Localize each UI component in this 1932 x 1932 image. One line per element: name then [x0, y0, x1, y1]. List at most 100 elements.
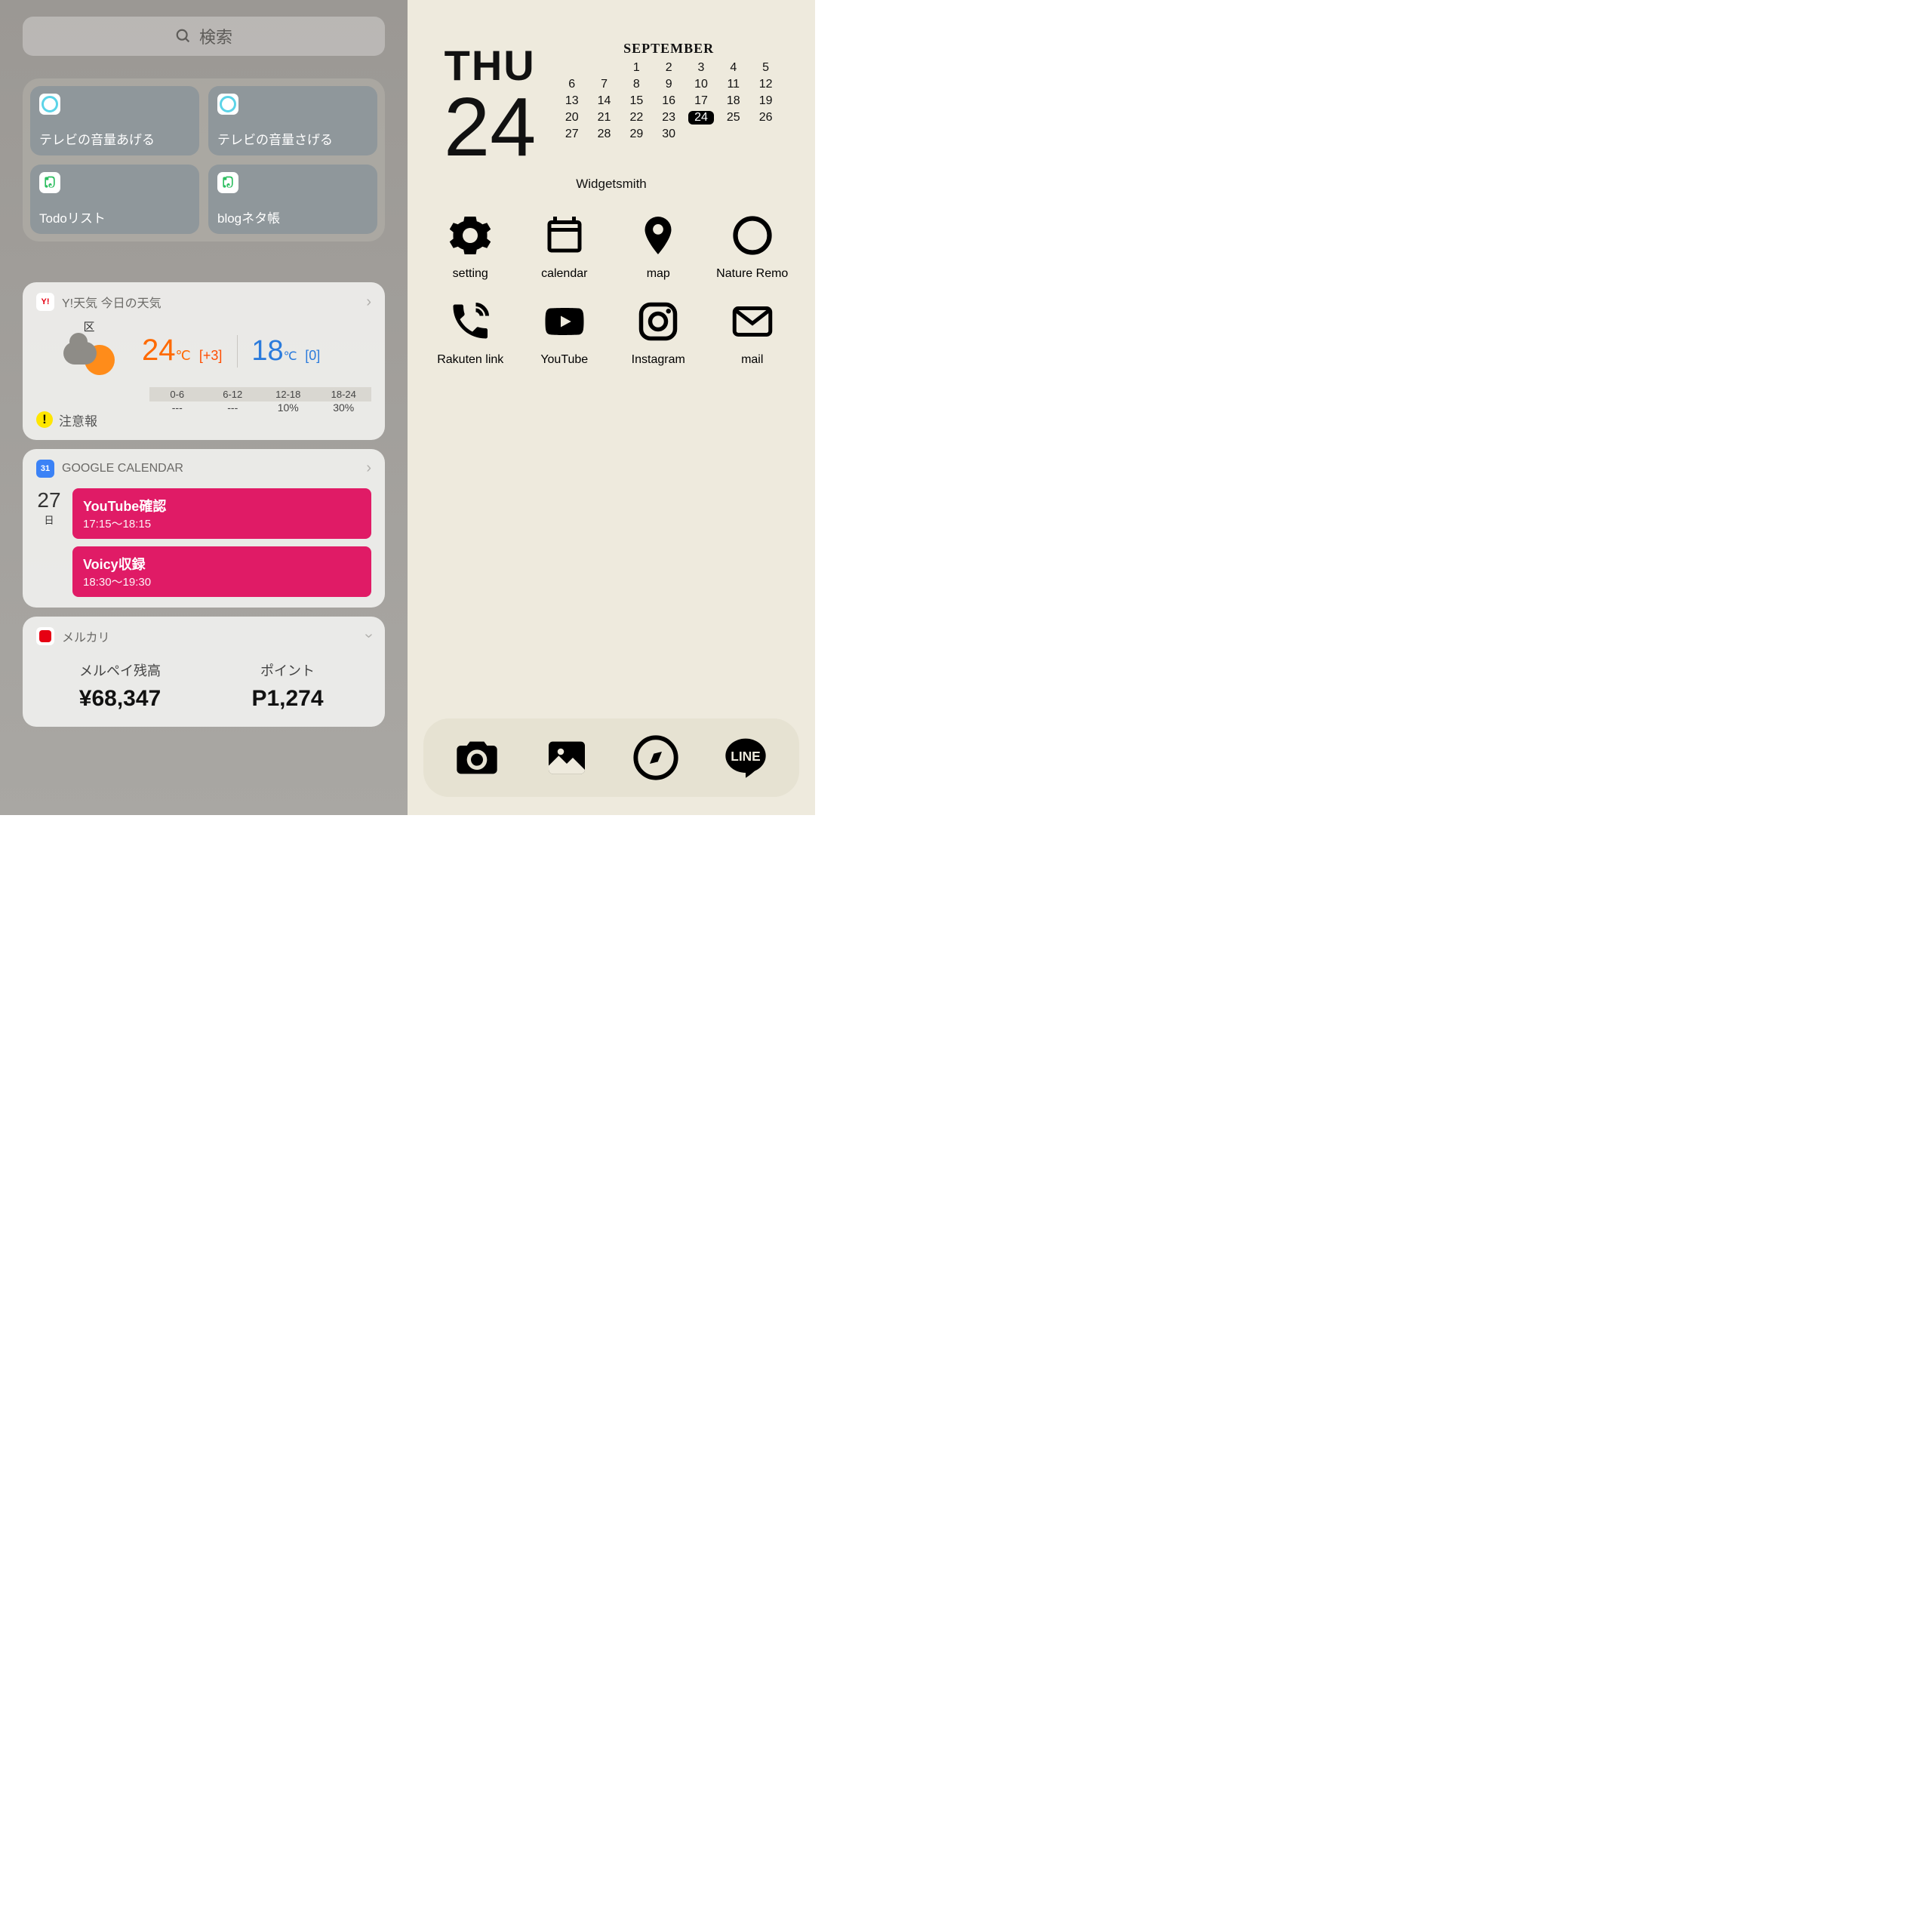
app-calendar[interactable]: calendar — [521, 211, 608, 281]
calendar-daynum: 24 — [444, 90, 536, 165]
chevron-down-icon: › — [360, 633, 377, 638]
gcal-event[interactable]: Voicy収録 18:30〜19:30 — [72, 546, 371, 597]
event-title: YouTube確認 — [83, 496, 361, 515]
gcal-widget[interactable]: 31 GOOGLE CALENDAR › 27 日 YouTube確認 17:1… — [23, 449, 385, 608]
shortcut-tv-vol-down[interactable]: テレビの音量さげる — [208, 86, 377, 155]
weather-low: 18℃ [0] — [237, 335, 320, 368]
chevron-right-icon: › — [366, 460, 371, 477]
weather-widget[interactable]: Y! Y!天気 今日の天気 › 区 24℃ [+3] 18℃ [0] 0-66-… — [23, 282, 385, 440]
calendar-cell: 7 — [591, 78, 617, 91]
calendar-month: SEPTEMBER — [558, 41, 779, 57]
gcal-icon: 31 — [36, 460, 54, 478]
shortcut-blog[interactable]: blogネタ帳 — [208, 165, 377, 234]
instagram-icon — [634, 297, 682, 346]
calendar-cell: 25 — [720, 111, 746, 125]
gcal-date: 27 日 — [36, 488, 62, 597]
dock-compass[interactable] — [630, 732, 681, 783]
youtube-icon — [540, 297, 589, 346]
nature-remo-icon — [217, 94, 238, 115]
app-map[interactable]: map — [615, 211, 702, 281]
mercari-widget[interactable]: メルカリ › メルペイ残高 ¥68,347 ポイント P1,274 — [23, 617, 385, 727]
shortcuts-widget: テレビの音量あげる テレビの音量さげる Todoリスト blogネタ帳 — [23, 78, 385, 242]
widgetsmith-calendar[interactable]: THU 24 SEPTEMBER 12345678910111213141516… — [423, 41, 800, 165]
search-field[interactable]: 検索 — [23, 17, 385, 56]
app-nature-remo[interactable]: Nature Remo — [709, 211, 796, 281]
calendar-cell: 4 — [720, 61, 746, 75]
calendar-cell: 14 — [591, 94, 617, 108]
calendar-cell: 29 — [623, 128, 650, 141]
shortcut-tv-vol-up[interactable]: テレビの音量あげる — [30, 86, 199, 155]
search-icon — [175, 28, 192, 45]
app-setting[interactable]: setting — [427, 211, 514, 281]
calendar-cell: 17 — [688, 94, 715, 108]
shortcut-label: テレビの音量さげる — [217, 129, 368, 148]
weather-area: 区 — [36, 318, 142, 334]
mercari-title: メルカリ — [62, 627, 110, 645]
gcal-event[interactable]: YouTube確認 17:15〜18:15 — [72, 488, 371, 539]
dock-camera[interactable] — [451, 732, 503, 783]
app-label: mail — [741, 353, 763, 367]
calendar-cell: 27 — [558, 128, 585, 141]
shortcut-todo[interactable]: Todoリスト — [30, 165, 199, 234]
calendar-cell: 26 — [752, 111, 779, 125]
calendar-cell — [591, 61, 617, 75]
calendar-cell: 22 — [623, 111, 650, 125]
calendar-cell: 1 — [623, 61, 650, 75]
calendar-cell: 16 — [656, 94, 682, 108]
svg-text:LINE: LINE — [731, 749, 760, 764]
calendar-cell — [688, 128, 715, 141]
calendar-cell — [720, 128, 746, 141]
app-instagram[interactable]: Instagram — [615, 297, 702, 367]
calendar-cell: 11 — [720, 78, 746, 91]
yahoo-weather-icon: Y! — [36, 293, 54, 311]
app-label: YouTube — [540, 353, 588, 367]
nature-remo-icon — [39, 94, 60, 115]
shortcut-label: blogネタ帳 — [217, 208, 368, 226]
app-rakuten-link[interactable]: Rakuten link — [427, 297, 514, 367]
calendar-cell: 20 — [558, 111, 585, 125]
dock-photo[interactable] — [541, 732, 592, 783]
event-time: 18:30〜19:30 — [83, 574, 361, 589]
search-placeholder: 検索 — [199, 24, 232, 48]
calendar-cell: 8 — [623, 78, 650, 91]
partly-cloudy-icon — [63, 337, 115, 383]
pin-icon — [634, 211, 682, 260]
calendar-cell: 5 — [752, 61, 779, 75]
calendar-cell: 15 — [623, 94, 650, 108]
mercari-points: ポイント P1,274 — [204, 660, 371, 712]
chevron-right-icon: › — [366, 294, 371, 311]
merpay-balance: メルペイ残高 ¥68,347 — [36, 660, 204, 712]
shortcut-label: テレビの音量あげる — [39, 129, 190, 148]
phone-icon — [446, 297, 494, 346]
calendar-grid: 1234567891011121314151617181920212223242… — [558, 61, 779, 141]
calendar-cell: 3 — [688, 61, 715, 75]
dock-line[interactable]: LINE — [720, 732, 771, 783]
calendar-cell: 21 — [591, 111, 617, 125]
event-time: 17:15〜18:15 — [83, 515, 361, 531]
app-mail[interactable]: mail — [709, 297, 796, 367]
weather-pop-table: 0-66-1212-1818-24 ------10%30% — [149, 387, 371, 414]
app-label: calendar — [541, 267, 587, 281]
app-youtube[interactable]: YouTube — [521, 297, 608, 367]
calendar-cell: 6 — [558, 78, 585, 91]
calendar-cell: 23 — [656, 111, 682, 125]
calendar-cell: 10 — [688, 78, 715, 91]
gcal-title: GOOGLE CALENDAR — [62, 462, 183, 475]
shortcut-label: Todoリスト — [39, 208, 190, 226]
gear-icon — [446, 211, 494, 260]
dock: LINE — [423, 718, 799, 797]
calendar-cell: 30 — [656, 128, 682, 141]
app-label: map — [647, 267, 670, 281]
weather-title: Y!天気 今日の天気 — [62, 293, 162, 311]
calendar-cell — [752, 128, 779, 141]
weather-high: 24℃ [+3] — [142, 334, 222, 368]
mail-icon — [728, 297, 777, 346]
event-title: Voicy収録 — [83, 554, 361, 574]
app-grid: setting calendar map Nature Remo Rakuten lin… — [423, 211, 800, 367]
app-label: setting — [453, 267, 488, 281]
app-label: Instagram — [632, 353, 685, 367]
calendar-cell: 18 — [720, 94, 746, 108]
calendar-cell: 24 — [688, 111, 715, 125]
weather-alert: ! 注意報 — [36, 411, 97, 429]
calendar-cell: 19 — [752, 94, 779, 108]
